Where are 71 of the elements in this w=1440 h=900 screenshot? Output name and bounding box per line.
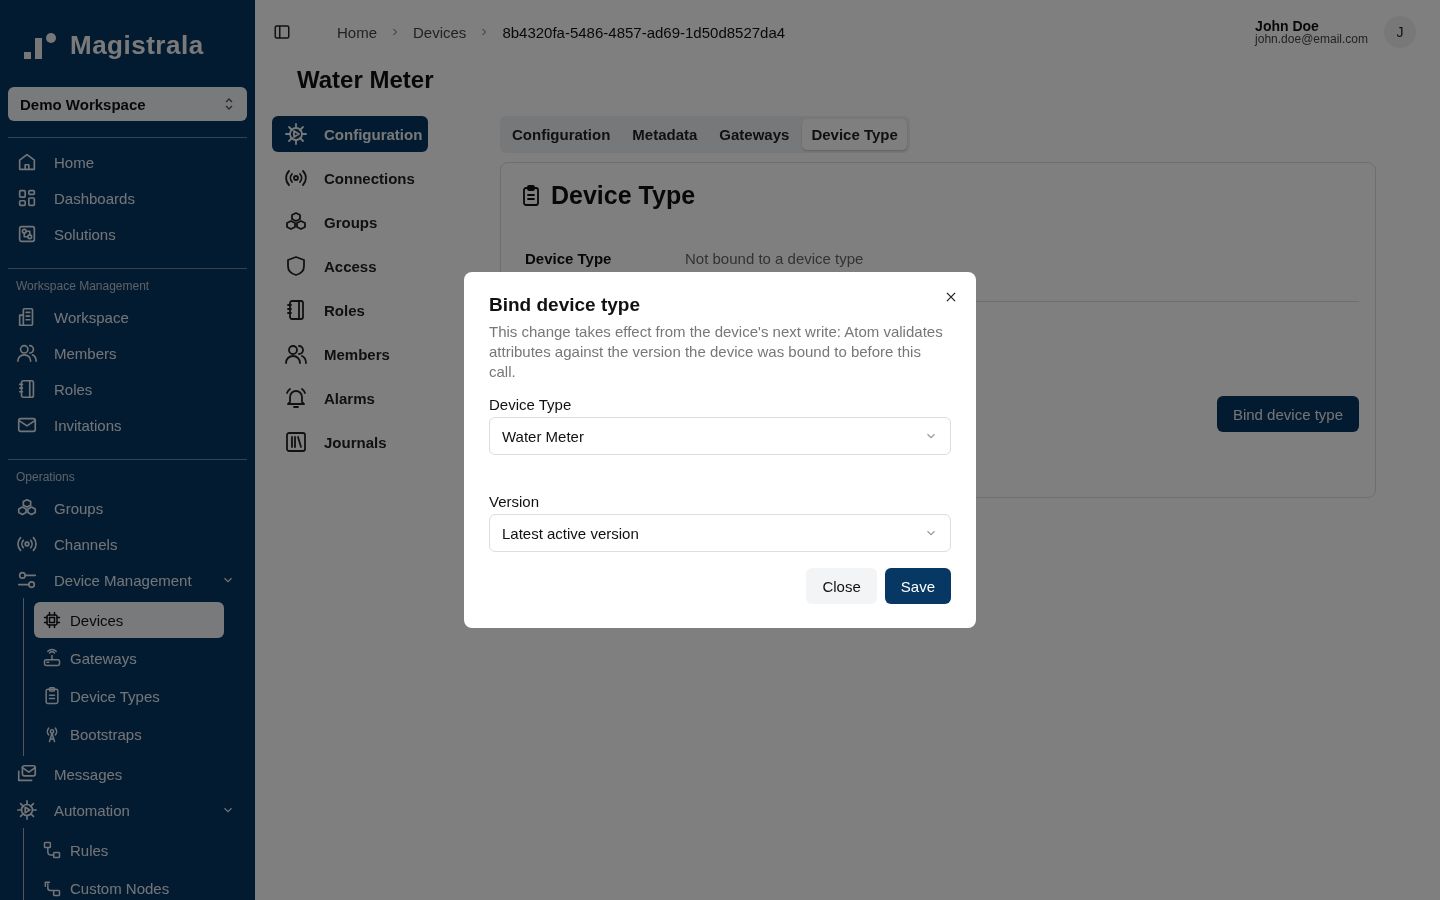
gear-icon — [284, 122, 308, 146]
user-name: John Doe — [1255, 18, 1320, 33]
bind-button[interactable]: Bind device type — [1216, 396, 1359, 432]
sidebar-item[interactable]: Workspace — [8, 299, 247, 335]
section-nav-item[interactable]: Roles — [272, 292, 428, 328]
sidebar-item[interactable]: Custom Nodes — [34, 870, 224, 900]
section-nav-item[interactable]: Journals — [272, 424, 428, 460]
users-icon — [16, 342, 38, 364]
section-title: Operations — [15, 469, 76, 486]
section-nav-item[interactable]: Groups — [272, 204, 428, 240]
select-field[interactable]: Latest active version — [489, 514, 951, 552]
sidebar-item[interactable]: Automation — [8, 792, 247, 828]
workspace-select[interactable]: Demo Workspace — [8, 87, 247, 121]
sidebar-item[interactable]: Device Types — [34, 678, 224, 714]
breadcrumb-link[interactable]: Home — [337, 23, 377, 41]
dialog-title: Bind device type — [489, 294, 641, 316]
home-icon — [16, 151, 38, 173]
section-nav-item[interactable]: Access — [272, 248, 428, 284]
shelves-icon — [284, 430, 308, 454]
sidebar-item[interactable]: Groups — [8, 490, 247, 526]
sidebar-item[interactable]: Device Management — [8, 562, 247, 598]
dashboard-icon — [16, 187, 38, 209]
section-title: Workspace Management — [15, 278, 151, 295]
sidebar-item[interactable]: Devices — [34, 602, 224, 638]
field-label: Device Type — [489, 396, 573, 413]
select-field[interactable]: Water Meter — [489, 417, 951, 455]
dialog-description: This change takes effect from the device's next write: Atom validates attributes against the version the device was bound to before this call. — [489, 322, 944, 382]
breadcrumb-link[interactable]: Devices — [413, 23, 467, 41]
sidebar-item[interactable]: Members — [8, 335, 247, 371]
section-nav-item[interactable]: Connections — [272, 160, 428, 196]
sidebar-item[interactable]: Gateways — [34, 640, 224, 676]
page-title: Water Meter — [297, 66, 435, 94]
user-email: john.doe@email.com — [1255, 32, 1368, 46]
bell-icon — [284, 386, 308, 410]
sidebar-item[interactable]: Channels — [8, 526, 247, 562]
section-nav-item[interactable]: Alarms — [272, 380, 428, 416]
section-nav-item[interactable]: Configuration — [272, 116, 428, 152]
field-value: Not bound to a device type — [685, 250, 864, 267]
router-icon — [42, 648, 62, 668]
sidebar-item[interactable]: Rules — [34, 832, 224, 868]
card-title: Device Type — [551, 181, 696, 210]
gear-icon — [16, 799, 38, 821]
logo-text: Magistrala — [70, 30, 204, 61]
sidebar-toggle-icon[interactable] — [273, 23, 291, 41]
user-avatar[interactable]: J — [1384, 16, 1416, 48]
sidebar-item[interactable]: Solutions — [8, 216, 247, 252]
sidebar-item[interactable]: Messages — [8, 756, 247, 792]
sidebar-item[interactable]: Dashboards — [8, 180, 247, 216]
sidebar-item[interactable]: Home — [8, 144, 247, 180]
nodes-icon — [42, 878, 62, 898]
close-button[interactable]: Close — [806, 568, 877, 604]
tab[interactable]: Metadata — [623, 119, 707, 150]
circuit-board-icon — [16, 223, 38, 245]
section-nav-item[interactable]: Members — [272, 336, 428, 372]
sliders-icon — [16, 569, 38, 591]
sidebar-item[interactable]: Invitations — [8, 407, 247, 443]
shield-icon — [284, 254, 308, 278]
nodes-icon — [42, 840, 62, 860]
sidebar-item[interactable]: Roles — [8, 371, 247, 407]
field-label: Version — [489, 493, 541, 510]
field-label: Device Type — [525, 250, 613, 267]
save-button[interactable]: Save — [884, 568, 951, 604]
tab[interactable]: Configuration — [503, 119, 620, 150]
tab[interactable]: Gateways — [710, 119, 799, 150]
tab[interactable]: Device Type — [802, 119, 907, 150]
breadcrumb-link[interactable]: 8b4320fa-5486-4857-ad69-1d50d8527da4 — [502, 23, 786, 41]
updown-icon — [223, 97, 235, 111]
chip-icon — [42, 610, 62, 630]
clipboard-icon — [42, 686, 62, 706]
users-icon — [284, 342, 308, 366]
sidebar-item[interactable]: Bootstraps — [34, 716, 224, 752]
